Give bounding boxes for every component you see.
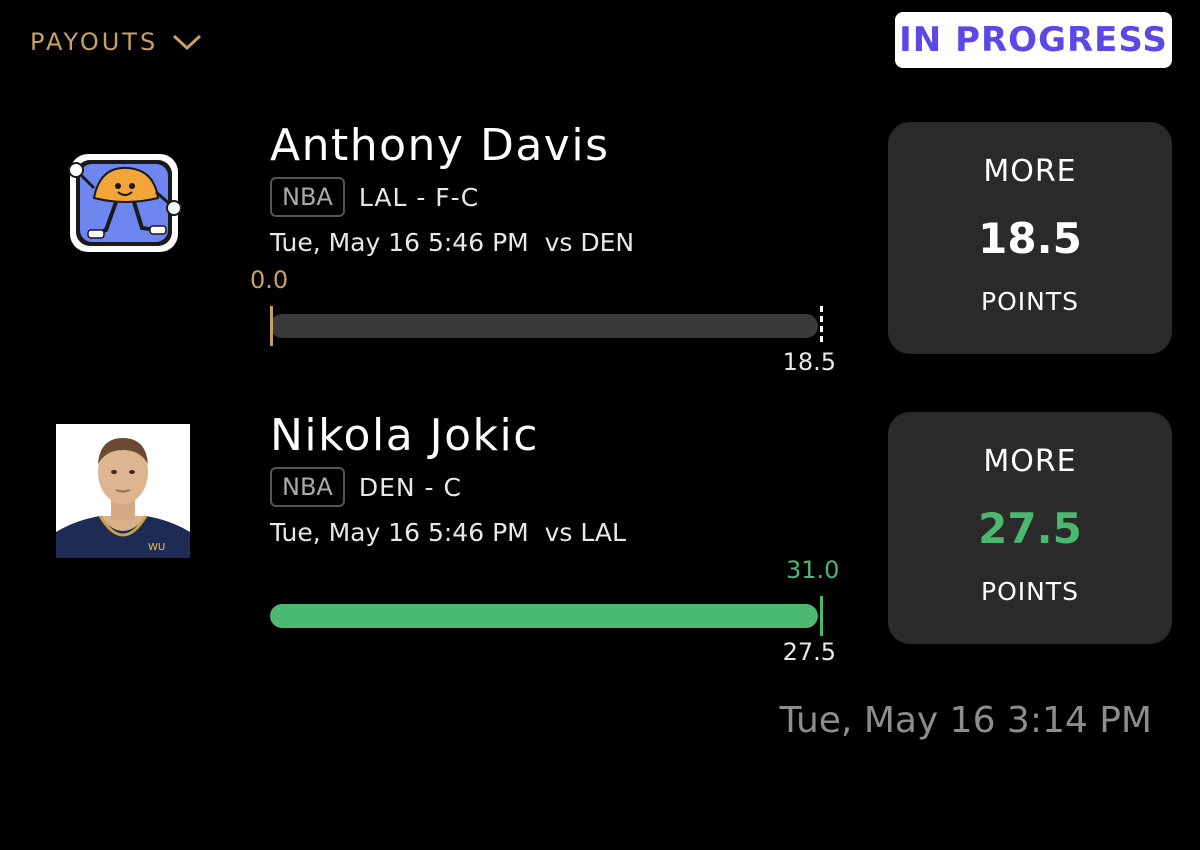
target-marker — [820, 306, 823, 346]
projection-card[interactable]: MORE 18.5 POINTS — [888, 122, 1172, 354]
payouts-dropdown[interactable]: PAYOUTS — [30, 28, 202, 56]
target-value: 18.5 — [782, 348, 836, 376]
progress-start-marker — [270, 306, 273, 346]
svg-text:WU: WU — [148, 542, 165, 553]
status-label: IN PROGRESS — [899, 20, 1168, 60]
status-badge: IN PROGRESS — [895, 12, 1172, 68]
player-name: Anthony Davis — [270, 120, 610, 171]
progress-fill — [270, 604, 818, 628]
league-badge: NBA — [270, 467, 345, 507]
player-meta: NBA DEN - C — [270, 467, 462, 507]
projection-card[interactable]: MORE 27.5 POINTS — [888, 412, 1172, 644]
payouts-label: PAYOUTS — [30, 28, 159, 56]
current-stat-value: 0.0 — [250, 266, 289, 294]
projection-direction: MORE — [983, 154, 1077, 189]
team-position: DEN - C — [358, 472, 462, 502]
chevron-down-icon — [173, 34, 202, 51]
taco-mascot-icon — [68, 154, 182, 252]
game-time: Tue, May 16 5:46 PM vs LAL — [270, 518, 626, 547]
projection-stat: POINTS — [981, 577, 1079, 606]
current-stat-value: 31.0 — [786, 556, 840, 584]
projection-direction: MORE — [983, 444, 1077, 479]
league-badge: NBA — [270, 177, 345, 217]
game-time: Tue, May 16 5:46 PM vs DEN — [270, 228, 635, 257]
entry-timestamp: Tue, May 16 3:14 PM — [779, 700, 1152, 741]
player-name: Nikola Jokic — [270, 410, 539, 461]
player-meta: NBA LAL - F-C — [270, 177, 479, 217]
progress-track — [270, 314, 818, 338]
projection-stat: POINTS — [981, 287, 1079, 316]
progress-track — [270, 604, 818, 628]
player-headshot: WU — [56, 424, 190, 558]
projection-line: 18.5 — [978, 214, 1082, 263]
target-value: 27.5 — [782, 638, 836, 666]
target-marker — [820, 596, 823, 636]
team-position: LAL - F-C — [358, 182, 480, 212]
projection-line: 27.5 — [978, 504, 1082, 553]
